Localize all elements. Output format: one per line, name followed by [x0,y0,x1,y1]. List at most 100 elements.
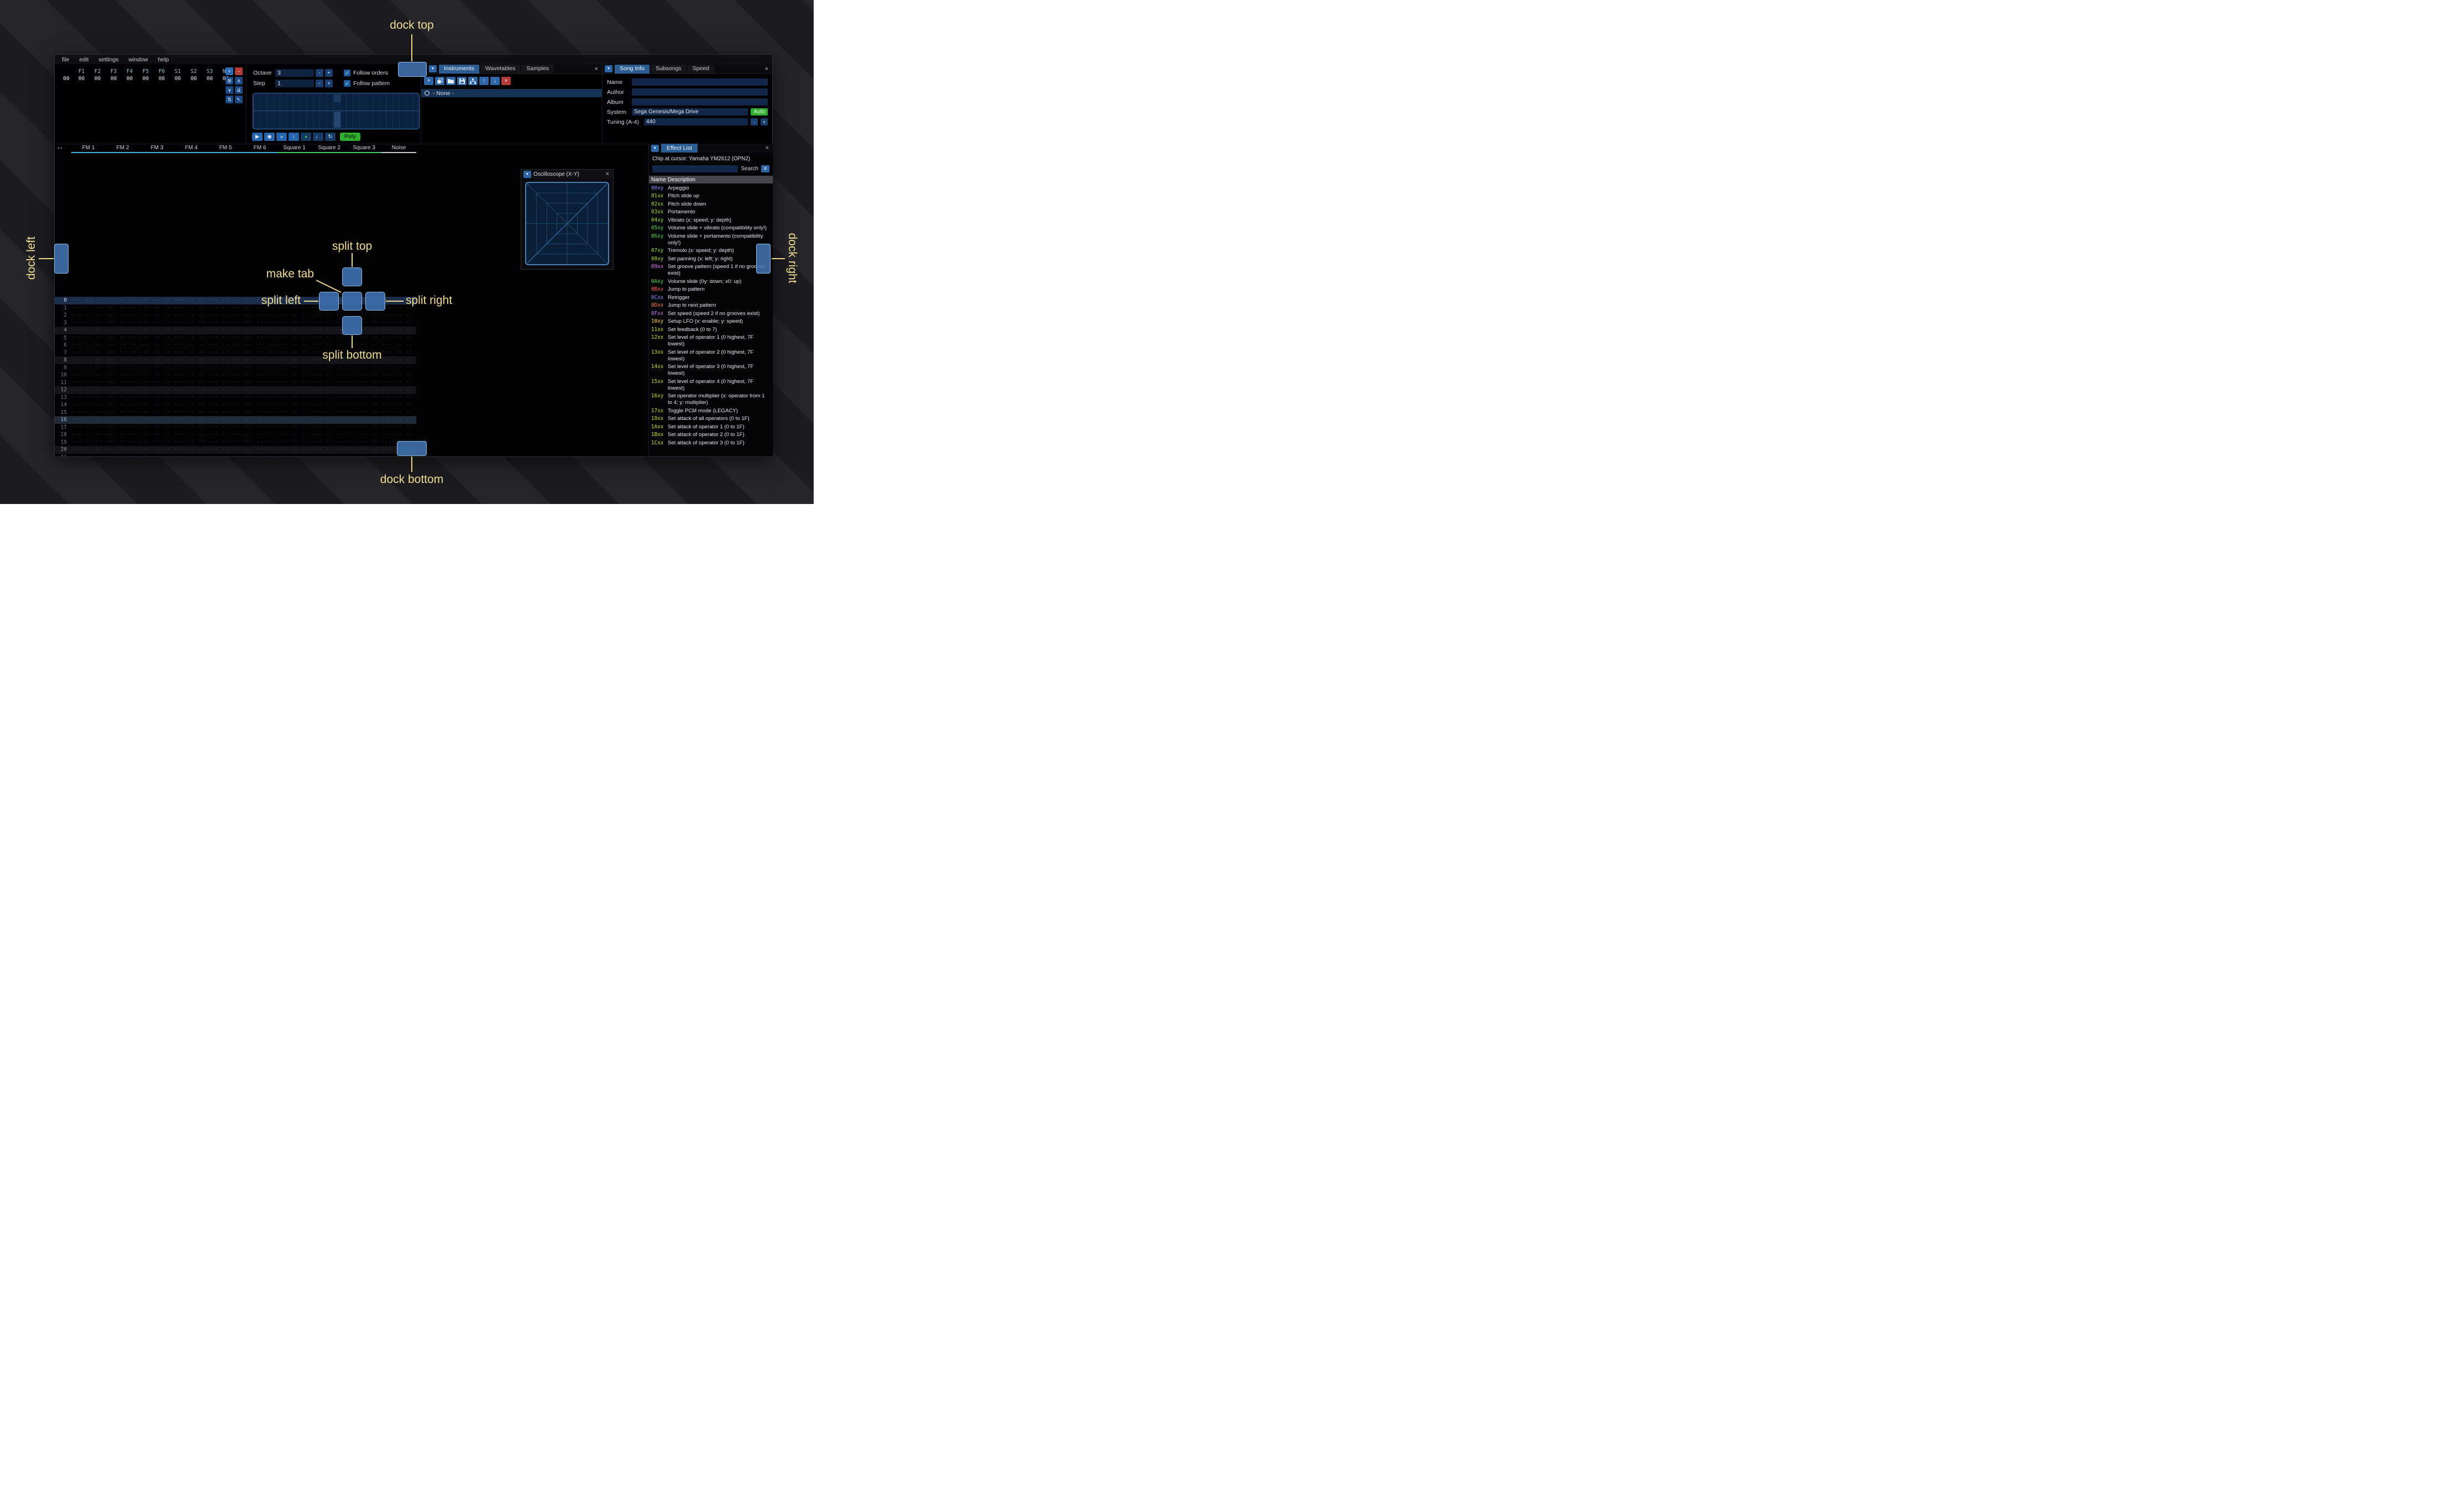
pattern-cell[interactable]: ··· ·· ·· ··· [347,365,381,370]
tuning-increment-button[interactable]: + [761,118,768,125]
pattern-row[interactable]: 12 ··· ·· ·· ··· ·· · · · ·· ·· ·· ·· · · · · · ·… [55,386,416,394]
menu-help[interactable]: help [153,56,174,63]
instruments-tab-instruments[interactable]: Instruments [439,64,479,74]
pattern-cell[interactable]: ··· ·· ·· ··· [140,432,174,438]
order-edit-mode-button[interactable]: ↖ [235,96,243,103]
pattern-cell[interactable]: ··· ·· ·· ··· [208,439,243,445]
pattern-cell[interactable]: ··· ·· ·· ··· [174,439,208,445]
pattern-cell[interactable]: ··· ·· ·· ··· [277,335,312,340]
pattern-cell[interactable]: ··· ·· ·· ··· [106,343,140,348]
effect-list-item[interactable]: 03xx Portamento [649,208,773,216]
pattern-row[interactable]: 6 ··· ·· ·· ··· ·· · · · ·· ·· ·· ·· · · · · · ··… [55,342,416,349]
split-target-bottom[interactable] [342,316,362,335]
album-input[interactable] [632,98,768,106]
pattern-cell[interactable]: ··· ·· ·· ··· [140,343,174,348]
pattern-channel-fm-4[interactable]: FM 4 [174,145,208,153]
move-order-up-button[interactable]: ∧ [235,77,243,85]
pattern-cell[interactable]: ··· ·· ·· ··· [140,410,174,415]
pattern-cell[interactable]: ··· ·· ·· ··· [277,380,312,385]
order-cell[interactable]: 00 [138,75,154,82]
pattern-cell[interactable]: ··· ·· ·· ··· [243,365,277,370]
effect-list-item[interactable]: 14xx Set level of operator 3 (0 highest, … [649,363,773,377]
pattern-row[interactable]: 21··· ·· ·· ······ ·· ·· ······ ·· ·· ··… [55,454,416,456]
pattern-cell[interactable]: ··· ·· ·· ··· [174,328,208,333]
follow-pattern-checkbox[interactable]: ✓ [344,80,350,87]
pattern-cell[interactable]: ··· ·· ·· ··· [106,358,140,363]
order-cell[interactable]: 00 [202,75,218,82]
pattern-cell[interactable]: ··· ·· ·· ··· [243,335,277,340]
pattern-cell[interactable]: ··· ·· ·· ··· [106,372,140,378]
pattern-cell[interactable]: ··· ·· ·· ··· [106,365,140,370]
pattern-cell[interactable]: ··· ·· ·· ··· [347,395,381,400]
pattern-cell[interactable]: ··· ·· ·· ··· [277,343,312,348]
pattern-channel-noise[interactable]: Noise [381,145,416,153]
effect-list-item[interactable]: 0Cxx Retrigger [649,293,773,301]
pattern-cell[interactable]: ··· ·· ·· ··· [381,343,416,348]
pattern-cell[interactable]: ··· ·· ·· ··· [277,387,312,393]
pattern-cell[interactable]: ··· ·· ·· ··· [140,402,174,408]
pattern-cell[interactable]: ··· ·· ·· ··· [106,395,140,400]
system-auto-button[interactable]: Auto [751,108,768,116]
close-icon[interactable]: × [595,66,598,72]
name-input[interactable] [632,78,768,86]
pattern-channel-square-3[interactable]: Square 3 [347,145,381,153]
pattern-cell[interactable]: ··· ·· ·· ··· [312,395,347,400]
pattern-cell[interactable]: ··· ·· ·· ··· [106,447,140,453]
pattern-cell[interactable]: ··· ·· ·· ··· [174,424,208,430]
order-cell[interactable]: 00 [186,75,202,82]
pattern-cell[interactable]: ··· ·· ·· ··· [71,387,106,393]
pattern-cell[interactable]: ··· ·· ·· ··· [106,432,140,438]
pattern-cell[interactable]: ··· ·· ·· ··· [140,395,174,400]
effect-list-item[interactable]: 1Cxx Set attack of operator 3 (0 to 1F) [649,438,773,447]
pattern-cell[interactable]: ··· ·· ·· ··· [140,313,174,318]
move-instrument-down-button[interactable]: ↓ [490,77,500,85]
pattern-cell[interactable]: ··· ·· ·· ··· [243,402,277,408]
pattern-cell[interactable]: ··· ·· ·· ··· [71,365,106,370]
effect-list-item[interactable]: 1Axx Set attack of operator 1 (0 to 1F) [649,422,773,431]
system-value[interactable]: Sega Genesis/Mega Drive [632,108,748,116]
pattern-cell[interactable]: ··· ·· ·· ··· [312,313,347,318]
pattern-cell[interactable]: ··· ·· ·· ··· [381,387,416,393]
pattern-cell[interactable]: ··· ·· ·· ··· [277,395,312,400]
make-tab-target[interactable] [342,292,362,311]
pattern-cell[interactable]: ··· ·· ·· ··· [106,350,140,355]
pattern-cell[interactable]: ··· ·· ·· ··· [106,417,140,423]
pattern-cell[interactable]: ··· ·· ·· ··· [347,424,381,430]
dock-target-left[interactable] [54,244,69,274]
pattern-cell[interactable]: ··· ·· ·· ··· [140,447,174,453]
author-input[interactable] [632,88,768,96]
play-button[interactable]: ▶ [252,133,263,141]
dock-target-top[interactable] [398,62,427,77]
duplicate-order-to-end-button[interactable]: ⇊ [235,86,243,94]
pattern-cell[interactable]: ··· ·· ·· ··· [243,328,277,333]
pattern-cell[interactable]: ··· ·· ·· ··· [381,335,416,340]
pattern-cell[interactable]: ··· ·· ·· ··· [277,402,312,408]
oscilloscope-title-bar[interactable]: ▼ Oscilloscope (X-Y) × [521,170,613,179]
order-cell[interactable]: 00 [154,75,170,82]
pattern-cell[interactable]: ··· ·· ·· ··· [312,335,347,340]
move-order-down-button[interactable]: ∨ [226,86,233,94]
song-info-tab-song-info[interactable]: Song Info [615,64,649,74]
remove-order-button[interactable]: − [235,67,243,75]
pattern-cell[interactable]: ··· ·· ·· ··· [208,454,243,456]
pattern-cell[interactable]: ··· ·· ·· ··· [174,358,208,363]
instruments-tab-samples[interactable]: Samples [521,64,554,74]
pattern-cell[interactable]: ··· ·· ·· ··· [208,387,243,393]
pattern-row[interactable]: 9 ··· ·· ·· ··· ·· · · · ·· ·· ·· ·· · · · · · ··… [55,364,416,372]
pattern-cell[interactable]: ··· ·· ·· ··· [312,439,347,445]
pattern-cell[interactable]: ··· ·· ·· ··· [347,439,381,445]
pattern-row[interactable]: 11 ··· ·· ·· ··· ·· · · · ·· ·· ·· ·· · · · · · ·… [55,379,416,387]
order-cell[interactable]: 00 [90,75,106,82]
effect-list-item[interactable]: 05xy Volume slide + vibrato (compatibilit… [649,224,773,232]
pattern-cell[interactable]: ··· ·· ·· ··· [208,410,243,415]
metronome-button[interactable]: ♩ [313,133,323,141]
pattern-cell[interactable]: ··· ·· ·· ··· [381,432,416,438]
collapse-arrow-icon[interactable]: ▼ [651,144,659,152]
pattern-cell[interactable]: ··· ·· ·· ··· [208,395,243,400]
pattern-cell[interactable]: ··· ·· ·· ··· [71,335,106,340]
pattern-cell[interactable]: ··· ·· ·· ··· [208,350,243,355]
follow-orders-checkbox[interactable]: ✓ [344,70,350,76]
effect-list-item[interactable]: 12xx Set level of operator 1 (0 highest, … [649,333,773,348]
pattern-cell[interactable]: ··· ·· ·· ··· [277,313,312,318]
pattern-cell[interactable]: ··· ·· ·· ··· [71,402,106,408]
